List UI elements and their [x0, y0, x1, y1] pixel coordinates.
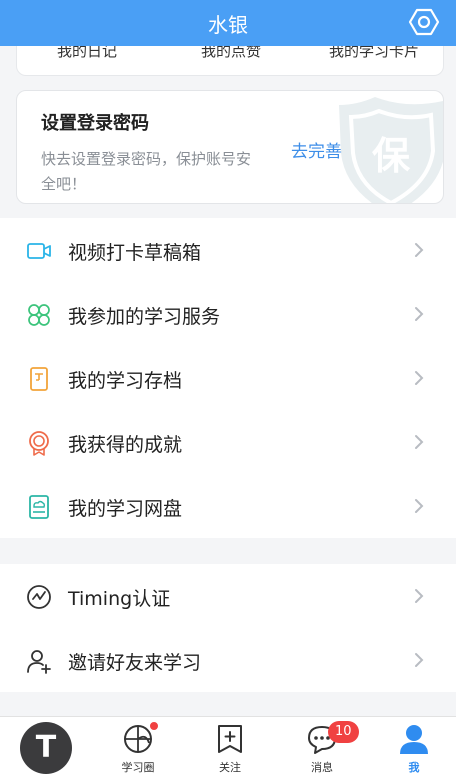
verify-check-icon: [27, 585, 51, 609]
menu-item-timing-verify[interactable]: Timing认证: [0, 564, 456, 628]
archive-card-icon: [30, 367, 48, 391]
clover-icon: [28, 304, 50, 326]
password-card-title: 设置登录密码: [41, 113, 149, 134]
menu-label: 邀请好友来学习: [68, 652, 202, 674]
menu-label: 我的学习网盘: [68, 498, 183, 520]
password-setup-card[interactable]: 保 设置登录密码 快去设置登录密码，保护账号安全吧！ 去完善: [16, 90, 444, 204]
menu-item-video-drafts[interactable]: 视频打卡草稿箱: [0, 218, 456, 282]
menu-group-main: 视频打卡草稿箱 我参加的学习服务 我的学习存档 我获得的成就 我的学习网盘: [0, 218, 456, 538]
menu-item-study-services[interactable]: 我参加的学习服务: [0, 282, 456, 346]
menu-label: 视频打卡草稿箱: [68, 242, 202, 264]
menu-label: 我获得的成就: [68, 434, 183, 456]
bookmark-plus-icon: [218, 725, 242, 753]
tab-label: 我: [408, 761, 420, 774]
menu-item-study-disk[interactable]: 我的学习网盘: [0, 474, 456, 538]
page-title: 水银: [208, 13, 248, 37]
unread-badge: 10: [328, 721, 359, 743]
complete-password-link[interactable]: 去完善: [291, 137, 342, 162]
stat-diary[interactable]: 我的日记: [57, 46, 117, 61]
chevron-right-icon: [415, 499, 424, 513]
avatar[interactable]: T: [20, 722, 72, 774]
chevron-right-icon: [415, 243, 424, 257]
menu-item-invite-friends[interactable]: 邀请好友来学习: [0, 628, 456, 692]
password-card-description: 快去设置登录密码，保护账号安全吧！: [41, 150, 252, 193]
app-header: 水银: [0, 0, 456, 46]
tab-messages[interactable]: 10 消息: [282, 717, 362, 774]
add-user-icon: [27, 650, 51, 674]
stat-cards[interactable]: 我的学习卡片: [329, 46, 419, 61]
tab-study-circle[interactable]: 学习圈: [98, 717, 178, 774]
video-camera-icon: [27, 243, 51, 259]
chevron-right-icon: [415, 307, 424, 321]
menu-item-study-archive[interactable]: 我的学习存档: [0, 346, 456, 410]
person-icon: [400, 725, 428, 754]
tab-me[interactable]: 我: [374, 717, 454, 774]
menu-item-achievements[interactable]: 我获得的成就: [0, 410, 456, 474]
stat-likes[interactable]: 我的点赞: [201, 46, 261, 61]
chevron-right-icon: [415, 653, 424, 667]
tab-label: 关注: [219, 761, 241, 774]
chevron-right-icon: [415, 371, 424, 385]
menu-label: Timing认证: [68, 588, 171, 610]
gear-icon[interactable]: [408, 6, 440, 38]
chevron-right-icon: [415, 589, 424, 603]
menu-label: 我参加的学习服务: [68, 306, 221, 328]
menu-label: 我的学习存档: [68, 370, 183, 392]
chevron-right-icon: [415, 435, 424, 449]
notification-dot: [148, 720, 160, 732]
menu-group-secondary: Timing认证 邀请好友来学习: [0, 564, 456, 692]
tab-label: 学习圈: [121, 761, 155, 774]
stats-card: 我的日记 我的点赞 我的学习卡片: [16, 46, 444, 76]
medal-icon: [29, 431, 49, 456]
cloud-disk-icon: [29, 495, 49, 519]
tab-label: 消息: [311, 761, 333, 774]
tab-follow[interactable]: 关注: [190, 717, 270, 774]
shield-glyph: 保: [372, 134, 411, 178]
